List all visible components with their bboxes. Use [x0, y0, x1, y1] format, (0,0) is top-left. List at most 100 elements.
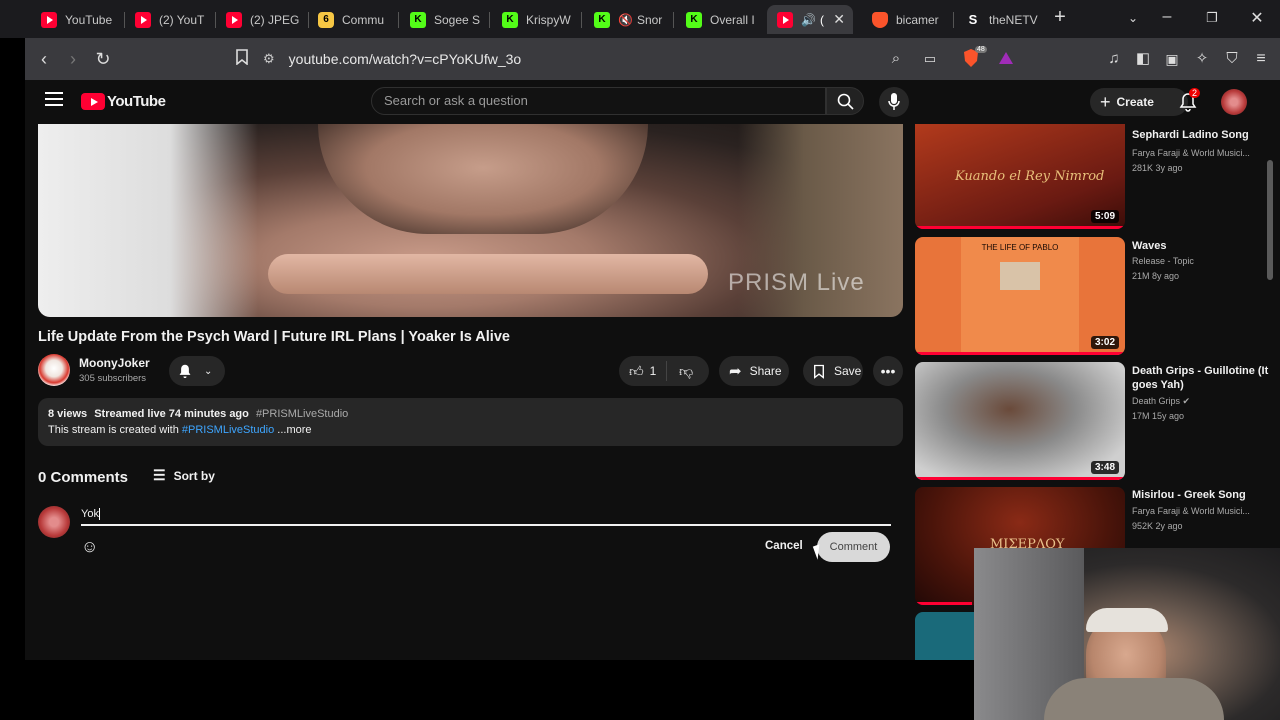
related-video-title[interactable]: Death Grips - Guillotine (It goes Yah)	[1132, 364, 1272, 392]
search-button[interactable]	[826, 87, 864, 115]
sort-icon: ☰	[153, 467, 166, 483]
tab-label: KrispyW	[526, 12, 571, 27]
site-settings-icon[interactable]: ⚙	[263, 51, 275, 67]
sidebar-scrollbar[interactable]	[1267, 160, 1273, 280]
tab-label: Sogee S	[434, 12, 481, 27]
browser-tab-active[interactable]: 🔊 ( ✕	[767, 5, 853, 34]
zoom-icon[interactable]: ⌕	[885, 48, 907, 70]
video-player[interactable]: PRISM Live	[38, 124, 903, 317]
comment-input[interactable]: Yok	[81, 506, 891, 526]
muted-speaker-icon[interactable]: 🔇	[618, 13, 633, 27]
browser-tab[interactable]: K Sogee S	[400, 5, 488, 34]
related-video-title[interactable]: Sephardi Ladino Song	[1132, 128, 1272, 142]
reload-icon[interactable]: ↻	[92, 48, 114, 70]
tab-label: theNETV	[989, 12, 1038, 27]
forward-icon[interactable]: ›	[62, 48, 84, 70]
description-link[interactable]: #PRISMLiveStudio	[182, 424, 274, 436]
minimize-icon[interactable]: –	[1156, 8, 1178, 26]
search-icon	[837, 93, 854, 110]
notifications-button[interactable]: 2	[1179, 88, 1201, 117]
search-input[interactable]: Search or ask a question	[371, 87, 826, 115]
related-video-channel[interactable]: Death Grips ✔	[1132, 394, 1272, 408]
submit-comment-button[interactable]: Comment	[817, 532, 890, 562]
related-video-thumbnail[interactable]: Kuando el Rey Nimrod 5:09	[915, 124, 1125, 229]
close-tab-icon[interactable]: ✕	[833, 11, 845, 28]
address-bar[interactable]: ⚙ youtube.com/watch?v=cPYoKUfw_3o	[263, 44, 1023, 74]
kick-icon: K	[502, 11, 518, 28]
related-video-channel[interactable]: Farya Faraji & World Musici...	[1132, 504, 1272, 518]
wallet-icon[interactable]: ▣	[1161, 48, 1183, 70]
subscription-bell-button[interactable]: ⌄	[169, 356, 225, 386]
description-box[interactable]: 8 views Streamed live 74 minutes ago #PR…	[38, 398, 903, 446]
restore-icon[interactable]: ❐	[1201, 10, 1223, 26]
microphone-icon	[888, 93, 900, 110]
menu-icon[interactable]: ≡	[1250, 48, 1272, 70]
sort-by-button[interactable]: ☰ Sort by	[153, 467, 215, 484]
browser-tab[interactable]: (2) YouT	[125, 5, 215, 34]
tab-list-chevron-icon[interactable]: ⌄	[1122, 11, 1144, 25]
show-more-link[interactable]: ...more	[277, 424, 311, 436]
webcam-overlay	[974, 548, 1280, 720]
browser-tab[interactable]: K KrispyW	[492, 5, 580, 34]
commenter-avatar	[38, 506, 70, 538]
hamburger-menu-icon[interactable]	[45, 92, 63, 106]
browser-tab[interactable]: (2) JPEG	[216, 5, 308, 34]
kick-icon: K	[594, 11, 610, 28]
window-close-icon[interactable]: ✕	[1246, 8, 1268, 28]
browser-tab[interactable]: K 🔇 Snor	[584, 5, 672, 34]
tab-label: (2) JPEG	[250, 12, 300, 27]
cast-icon[interactable]: ▭	[919, 48, 941, 70]
save-label: Save	[834, 364, 862, 378]
watch-progress-bar	[915, 352, 1125, 355]
account-avatar[interactable]	[1221, 89, 1247, 115]
webcam-cap	[1086, 608, 1168, 632]
speaker-icon[interactable]: 🔊	[801, 13, 816, 27]
subscriber-count: 305 subscribers	[79, 373, 147, 384]
text-cursor	[98, 508, 100, 521]
related-video-thumbnail[interactable]: 3:48	[915, 362, 1125, 480]
share-arrow-icon: ➦	[729, 363, 742, 380]
dislike-button[interactable]: 👎︎	[667, 363, 693, 380]
description-text: This stream is created with	[48, 424, 179, 436]
bookmark-icon[interactable]	[231, 48, 253, 70]
watch-progress-bar	[915, 602, 972, 605]
vpn-icon[interactable]: ⛉	[1221, 48, 1243, 70]
channel-name[interactable]: MoonyJoker	[79, 356, 150, 370]
url-text: youtube.com/watch?v=cPYoKUfw_3o	[288, 51, 522, 67]
description-hashtag[interactable]: #PRISMLiveStudio	[256, 408, 348, 420]
leo-ai-icon[interactable]: ✧	[1191, 48, 1213, 70]
browser-tab[interactable]: bicamer	[862, 5, 952, 34]
browser-tab[interactable]: K Overall I	[676, 5, 764, 34]
save-button[interactable]: Save	[803, 356, 863, 386]
browser-tab[interactable]: S theNETV	[955, 5, 1043, 34]
share-button[interactable]: ➦ Share	[719, 356, 789, 386]
back-icon[interactable]: ‹	[33, 48, 55, 70]
like-button[interactable]: 👍︎ 1	[619, 361, 667, 381]
youtube-icon	[226, 11, 242, 28]
plus-icon: +	[1100, 91, 1111, 112]
related-video-channel[interactable]: Farya Faraji & World Musici...	[1132, 146, 1272, 160]
sidebar-toggle-icon[interactable]: ◧	[1132, 48, 1154, 70]
browser-tab[interactable]: 6 Commu	[308, 5, 398, 34]
related-video-title[interactable]: Waves	[1132, 239, 1272, 253]
emoji-picker-icon[interactable]: ☺	[81, 537, 98, 557]
youtube-logo[interactable]: YouTube	[81, 93, 166, 110]
tab-label: YouTube	[65, 12, 113, 27]
cancel-comment-button[interactable]: Cancel	[765, 540, 803, 552]
notification-badge: 2	[1189, 88, 1201, 98]
create-button[interactable]: + Create	[1090, 88, 1188, 116]
related-video-channel[interactable]: Release - Topic	[1132, 254, 1272, 268]
related-video-thumbnail[interactable]: THE LIFE OF PABLO 3:02	[915, 237, 1125, 355]
brave-rewards-icon[interactable]	[995, 48, 1017, 70]
related-video-meta: 952K 2y ago	[1132, 521, 1183, 531]
channel-avatar[interactable]	[38, 354, 70, 386]
more-actions-button[interactable]: •••	[873, 356, 903, 386]
video-frame-face	[318, 124, 648, 234]
related-video-title[interactable]: Misirlou - Greek Song	[1132, 488, 1272, 502]
related-video-thumbnail[interactable]	[915, 612, 975, 660]
voice-search-button[interactable]	[879, 87, 909, 117]
media-icon[interactable]: ♫	[1103, 48, 1125, 70]
new-tab-icon[interactable]: +	[1049, 6, 1071, 29]
browser-tab[interactable]: YouTube	[31, 5, 123, 34]
tab-label: Snor	[636, 12, 663, 27]
